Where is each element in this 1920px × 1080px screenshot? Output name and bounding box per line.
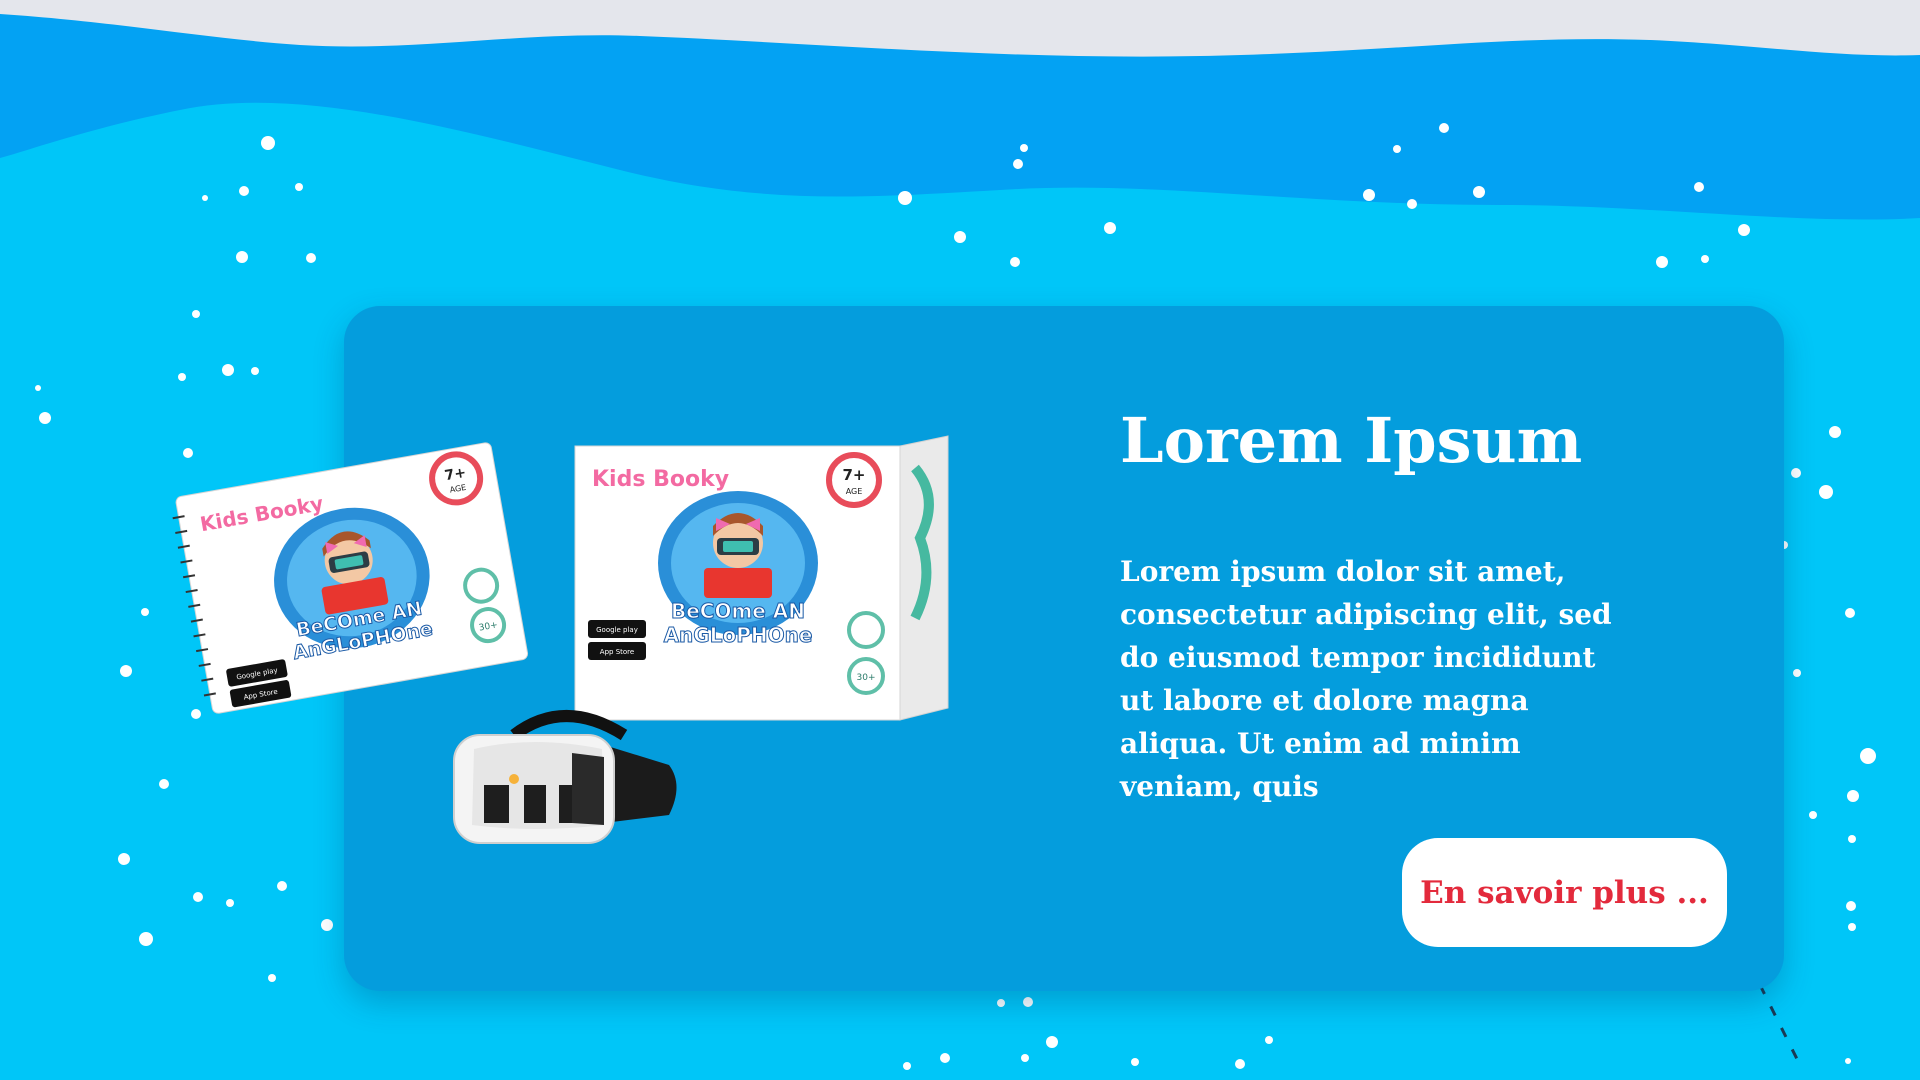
bubble [1860,748,1876,764]
svg-text:7+: 7+ [842,466,865,484]
bubble [268,974,276,982]
bubble [239,186,249,196]
bubble [1791,468,1801,478]
bubble [321,919,333,931]
bubble [898,191,912,205]
bubble [954,231,966,243]
bubble [295,183,303,191]
bubble [1701,255,1709,263]
bubble [1793,669,1801,677]
bubble [1738,224,1750,236]
bubble [1131,1058,1139,1066]
bubble [226,899,234,907]
bubble [1023,997,1033,1007]
bubble [141,608,149,616]
bubble [1046,1036,1058,1048]
bubble [118,853,130,865]
bubble [1473,186,1485,198]
vr-headset-image [453,705,686,855]
bubble [306,253,316,263]
bubble [1407,199,1417,209]
bubble [1393,145,1401,153]
svg-text:30+: 30+ [857,673,876,683]
bubble [1013,159,1023,169]
bubble [35,385,41,391]
bubble [1021,1054,1029,1062]
bubble [1845,608,1855,618]
bubble [1020,144,1028,152]
bubble [277,881,287,891]
bubble [1265,1036,1273,1044]
bubble [1694,182,1704,192]
bubble [903,1062,911,1070]
bubble [1235,1059,1245,1069]
section-description: Lorem ipsum dolor sit amet, consectetur … [1120,555,1612,803]
bubble [202,195,208,201]
kids-booky-booklet-image: Kids Booky 7+ AGE BeCOme AN AnGLoPHOne G… [172,442,529,714]
bubble [222,364,234,376]
bubble [139,932,153,946]
bubble [940,1053,950,1063]
bubble [193,892,203,902]
svg-text:AGE: AGE [846,487,863,496]
svg-text:Google play: Google play [596,626,638,634]
learn-more-button[interactable]: En savoir plus ... [1402,838,1727,947]
svg-text:BeCOme AN: BeCOme AN [671,599,805,623]
bubble [1845,1058,1851,1064]
bubble [1363,189,1375,201]
bubble [236,251,248,263]
bubble [192,310,200,318]
bubble [191,709,201,719]
section-title: Lorem Ipsum [1120,404,1583,477]
bubble [997,999,1005,1007]
bubble [1829,426,1841,438]
bubble [1846,901,1856,911]
kids-booky-box-image: Kids Booky 7+ AGE BeCOme AN AnGLoPHOne G… [570,428,950,728]
bubble [1819,485,1833,499]
svg-text:AnGLoPHOne: AnGLoPHOne [664,623,813,647]
svg-text:App Store: App Store [600,648,634,656]
bubble [178,373,186,381]
bubble [1848,923,1856,931]
bubble [1848,835,1856,843]
bubble [1104,222,1116,234]
bubble [159,779,169,789]
bubble [1010,257,1020,267]
svg-text:Kids Booky: Kids Booky [592,467,729,492]
bubble [261,136,275,150]
bubble [1656,256,1668,268]
bubble [1847,790,1859,802]
bubble [251,367,259,375]
bubble [120,665,132,677]
bubble [1439,123,1449,133]
bubble [39,412,51,424]
bubble [1809,811,1817,819]
